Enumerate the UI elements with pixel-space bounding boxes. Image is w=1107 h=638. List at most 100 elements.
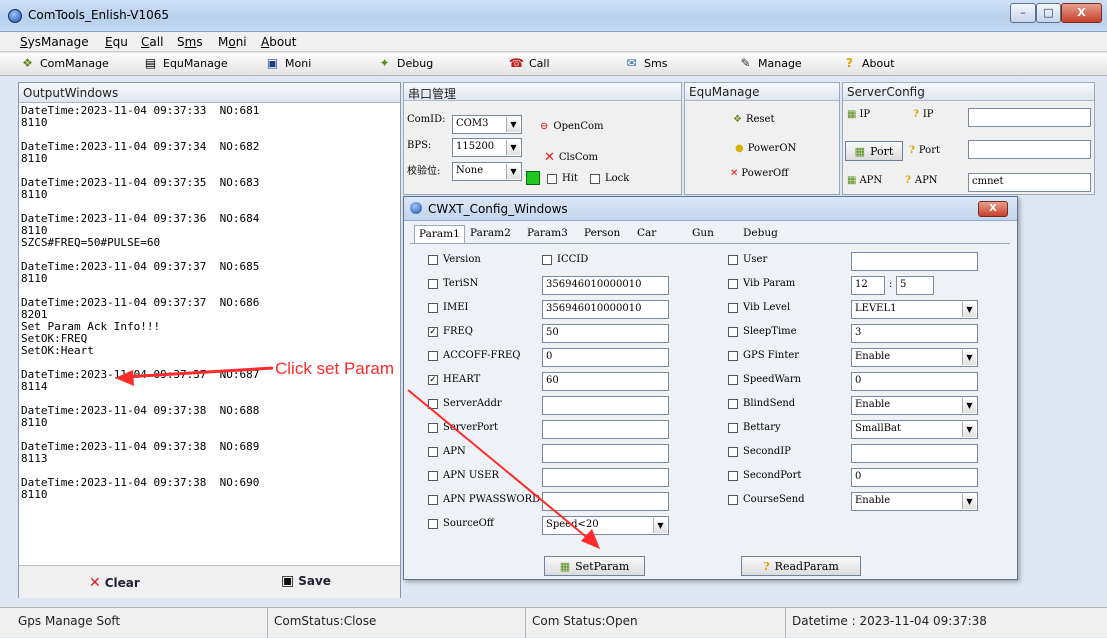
- checkbox-box[interactable]: [728, 422, 738, 433]
- clscom-button[interactable]: ✕ ClsCom: [544, 150, 598, 165]
- param-input[interactable]: 3: [851, 324, 978, 343]
- save-button[interactable]: ▣ Save: [281, 573, 331, 589]
- param-input[interactable]: 50: [542, 324, 669, 343]
- checkbox-box[interactable]: [428, 278, 438, 289]
- param-select[interactable]: Enable ▼: [851, 396, 978, 415]
- param-checkbox[interactable]: Vib Level: [728, 302, 790, 313]
- check-select[interactable]: None ▼: [452, 162, 522, 181]
- tab-param3[interactable]: Param3: [523, 225, 572, 243]
- checkbox-box[interactable]: [728, 470, 738, 481]
- param-select[interactable]: SmallBat ▼: [851, 420, 978, 439]
- clear-button[interactable]: ✕ Clear: [89, 575, 140, 591]
- param-checkbox[interactable]: SleepTime: [728, 326, 797, 337]
- setparam-button[interactable]: ▦ SetParam: [544, 556, 645, 576]
- checkbox-box[interactable]: [428, 422, 438, 433]
- param-select[interactable]: Enable ▼: [851, 348, 978, 367]
- checkbox-box[interactable]: [728, 278, 738, 289]
- param-checkbox[interactable]: ServerAddr: [428, 398, 502, 409]
- param-select[interactable]: LEVEL1 ▼: [851, 300, 978, 319]
- toolbar-about[interactable]: ? About: [842, 56, 895, 70]
- param-input[interactable]: [542, 492, 669, 511]
- param-input[interactable]: 356946010000010: [542, 300, 669, 319]
- toolbar-manage[interactable]: ✎ Manage: [738, 56, 801, 70]
- param-input[interactable]: [542, 468, 669, 487]
- checkbox-box[interactable]: [428, 494, 438, 505]
- hit-checkbox[interactable]: Hit: [547, 173, 578, 184]
- toolbar-equmanage[interactable]: ▤ EquManage: [143, 56, 228, 70]
- param-input[interactable]: 356946010000010: [542, 276, 669, 295]
- param-checkbox[interactable]: GPS Finter: [728, 350, 799, 361]
- tab-gun[interactable]: Gun: [688, 225, 718, 243]
- param-input[interactable]: [542, 444, 669, 463]
- menu-equ[interactable]: Equ: [105, 35, 128, 49]
- param-checkbox[interactable]: SpeedWarn: [728, 374, 801, 385]
- checkbox-box[interactable]: [428, 446, 438, 457]
- maximize-button[interactable]: □: [1036, 3, 1061, 23]
- param-input[interactable]: 0: [851, 468, 978, 487]
- checkbox-box[interactable]: [728, 398, 738, 409]
- param-input[interactable]: [542, 396, 669, 415]
- checkbox-box[interactable]: [728, 254, 738, 265]
- param-checkbox[interactable]: SecondIP: [728, 446, 791, 457]
- tab-person[interactable]: Person: [580, 225, 624, 243]
- checkbox-box[interactable]: [428, 302, 438, 313]
- toolbar-commanage[interactable]: ❖ ComManage: [20, 56, 109, 70]
- tab-debug[interactable]: Debug: [739, 225, 782, 243]
- tab-param2[interactable]: Param2: [466, 225, 515, 243]
- param-checkbox[interactable]: SecondPort: [728, 470, 801, 481]
- param-checkbox[interactable]: User: [728, 254, 767, 265]
- checkbox-box[interactable]: [728, 494, 738, 505]
- comid-select[interactable]: COM3 ▼: [452, 115, 522, 134]
- param-checkbox[interactable]: ServerPort: [428, 422, 498, 433]
- vib-param-input-2[interactable]: 5: [896, 276, 934, 295]
- param-checkbox[interactable]: APN USER: [428, 470, 499, 481]
- toolbar-sms[interactable]: ✉ Sms: [624, 56, 667, 70]
- param-checkbox[interactable]: ACCOFF-FREQ: [428, 350, 521, 361]
- menu-call[interactable]: Call: [141, 35, 163, 49]
- lock-checkbox[interactable]: Lock: [590, 173, 629, 184]
- menu-about[interactable]: About: [261, 35, 297, 49]
- param-input[interactable]: [542, 420, 669, 439]
- toolbar-moni[interactable]: ▣ Moni: [265, 56, 311, 70]
- checkbox-box[interactable]: [728, 302, 738, 313]
- param-select[interactable]: Enable ▼: [851, 492, 978, 511]
- apn-input[interactable]: cmnet: [968, 173, 1091, 192]
- minimize-button[interactable]: –: [1010, 3, 1036, 23]
- param-input[interactable]: 60: [542, 372, 669, 391]
- checkbox-box[interactable]: [428, 398, 438, 409]
- checkbox-box[interactable]: [428, 518, 438, 529]
- close-button[interactable]: X: [1061, 3, 1102, 23]
- param-input[interactable]: 0: [542, 348, 669, 367]
- param-checkbox[interactable]: APN: [428, 446, 466, 457]
- apn-button[interactable]: ▦ APN: [847, 175, 882, 186]
- param-checkbox[interactable]: TeriSN: [428, 278, 478, 289]
- checkbox-box[interactable]: [428, 254, 438, 265]
- checkbox-box[interactable]: [542, 254, 552, 265]
- dialog-close-button[interactable]: X: [978, 201, 1008, 217]
- checkbox-box[interactable]: [728, 326, 738, 337]
- iccid-checkbox[interactable]: ICCID: [542, 254, 588, 265]
- param-input[interactable]: [851, 444, 978, 463]
- port-button[interactable]: ▦ Port: [845, 141, 903, 161]
- param-checkbox[interactable]: BlindSend: [728, 398, 795, 409]
- tab-car[interactable]: Car: [633, 225, 660, 243]
- param-input[interactable]: 0: [851, 372, 978, 391]
- menu-sms[interactable]: Sms: [177, 35, 203, 49]
- param-checkbox[interactable]: ✓ HEART: [428, 374, 480, 385]
- toolbar-debug[interactable]: ✦ Debug: [377, 56, 433, 70]
- ip-input[interactable]: [968, 108, 1091, 127]
- poweron-button[interactable]: ● PowerON: [735, 143, 796, 154]
- toolbar-call[interactable]: ☎ Call: [509, 56, 550, 70]
- checkbox-box[interactable]: [428, 470, 438, 481]
- opencom-button[interactable]: ⊖ OpenCom: [540, 121, 604, 132]
- checkbox-box[interactable]: [428, 350, 438, 361]
- checkbox-box[interactable]: ✓: [428, 326, 438, 337]
- checkbox-box[interactable]: [728, 446, 738, 457]
- param-checkbox[interactable]: CourseSend: [728, 494, 805, 505]
- param-checkbox[interactable]: SourceOff: [428, 518, 494, 529]
- param-checkbox[interactable]: Vib Param: [728, 278, 795, 289]
- reset-button[interactable]: ❖ Reset: [733, 114, 774, 125]
- param-checkbox[interactable]: Bettary: [728, 422, 781, 433]
- poweroff-button[interactable]: ✕ PowerOff: [730, 168, 788, 179]
- ip-button[interactable]: ▦ IP: [847, 109, 870, 120]
